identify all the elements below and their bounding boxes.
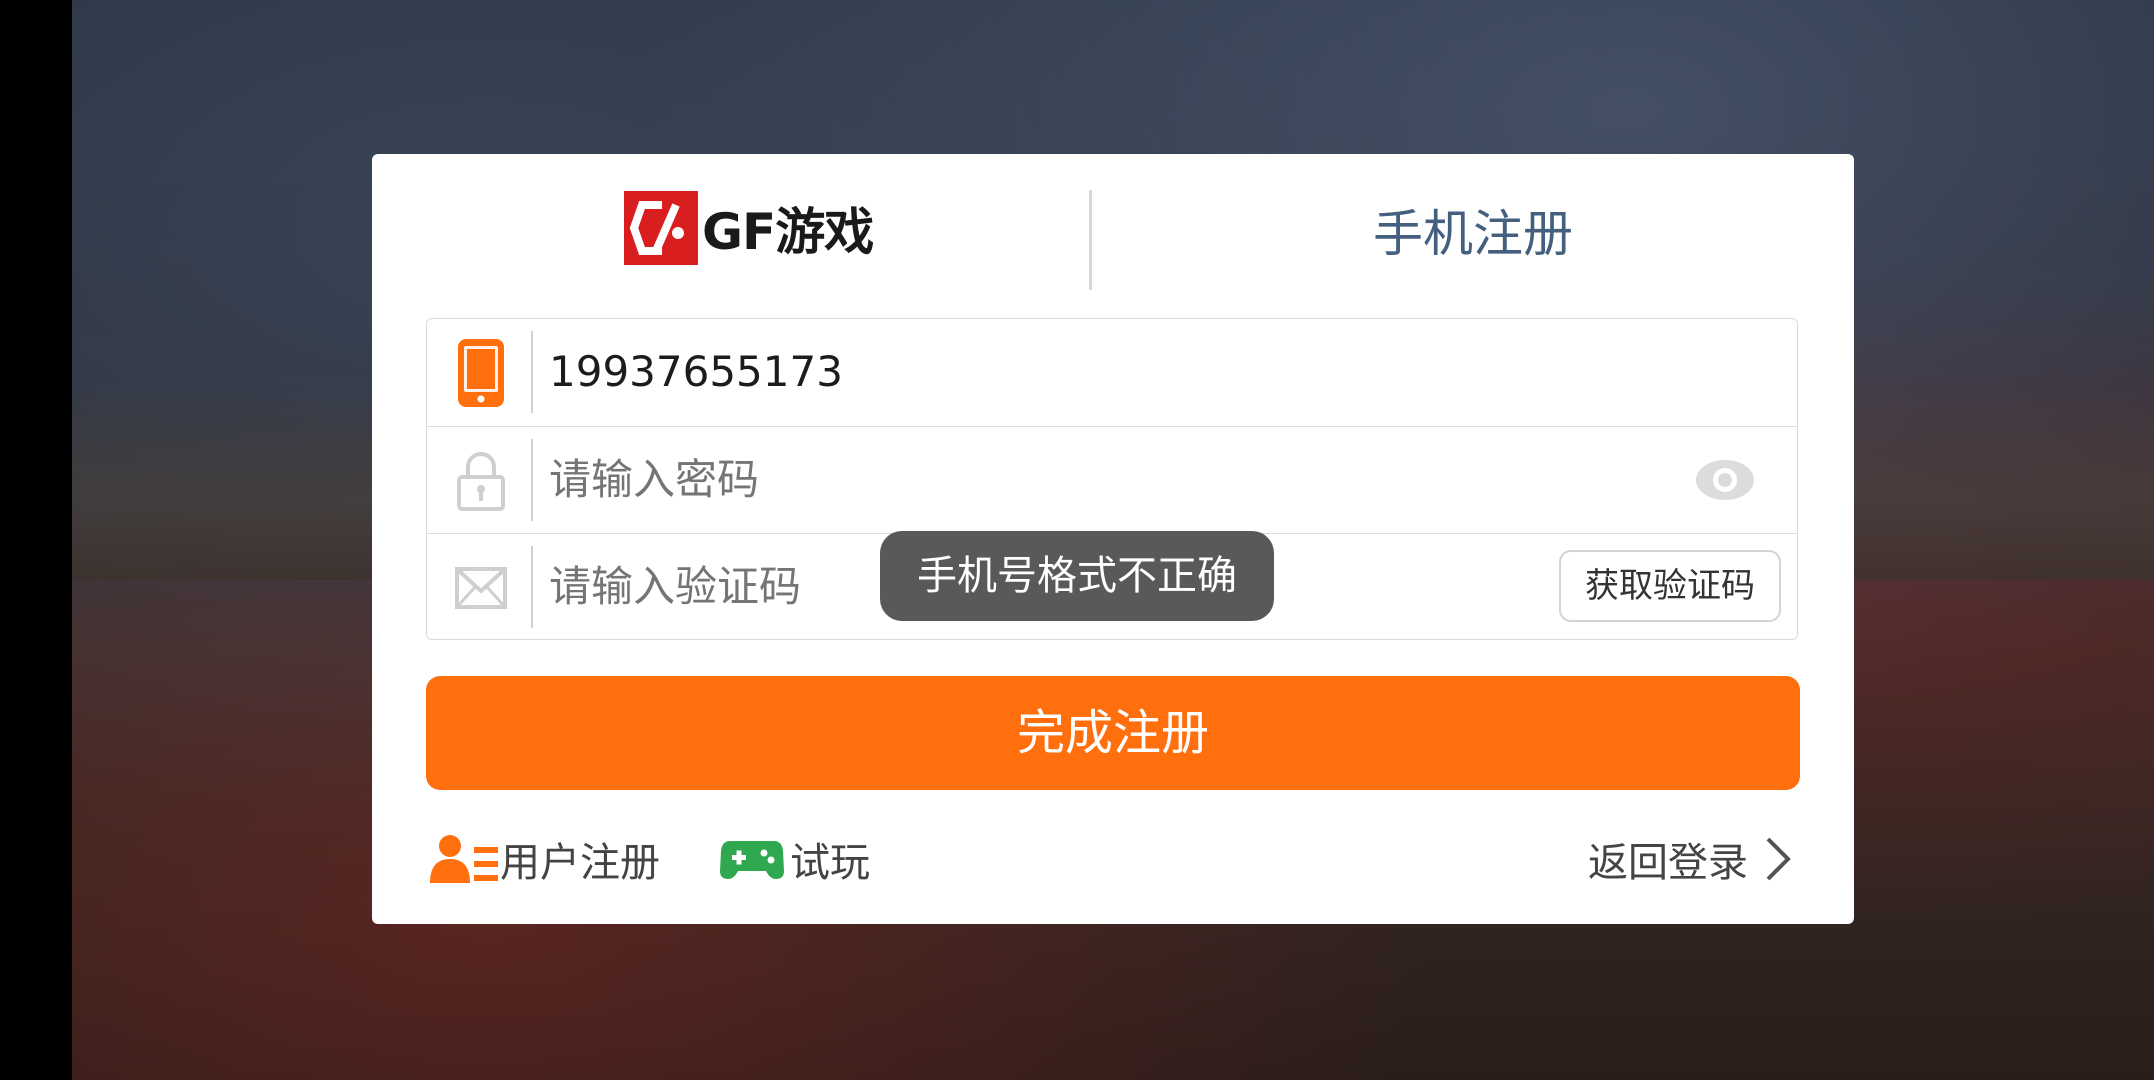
back-to-login-label: 返回登录 — [1588, 840, 1748, 886]
phone-icon — [451, 339, 511, 407]
brand-logo: GF游戏 — [624, 190, 874, 266]
row-separator — [531, 546, 533, 628]
row-separator — [531, 331, 533, 413]
back-to-login-link[interactable]: 返回登录 — [1588, 824, 1792, 894]
phone-input[interactable] — [549, 341, 1449, 403]
page-title: 手机注册 — [1373, 205, 1573, 263]
error-toast: 手机号格式不正确 — [880, 531, 1274, 621]
complete-register-button[interactable]: 完成注册 — [426, 676, 1800, 790]
password-input[interactable] — [549, 449, 1549, 511]
phone-row — [427, 319, 1797, 425]
user-register-link[interactable]: 用户注册 — [430, 824, 660, 894]
user-icon — [430, 835, 498, 883]
trial-link[interactable]: 试玩 — [720, 824, 870, 894]
row-separator — [531, 439, 533, 521]
left-edge-bar — [0, 0, 72, 1080]
trial-label: 试玩 — [790, 840, 870, 886]
user-register-label: 用户注册 — [500, 840, 660, 886]
get-code-button[interactable]: 获取验证码 — [1559, 550, 1781, 622]
lock-icon — [451, 447, 511, 515]
brand-text: GF游戏 — [702, 203, 874, 261]
chevron-right-icon — [1766, 837, 1791, 881]
gamepad-icon — [720, 841, 784, 879]
gf-logo-mark-icon — [624, 191, 698, 265]
eye-icon[interactable] — [1695, 457, 1755, 503]
mail-icon — [451, 554, 511, 622]
password-row — [427, 426, 1797, 533]
